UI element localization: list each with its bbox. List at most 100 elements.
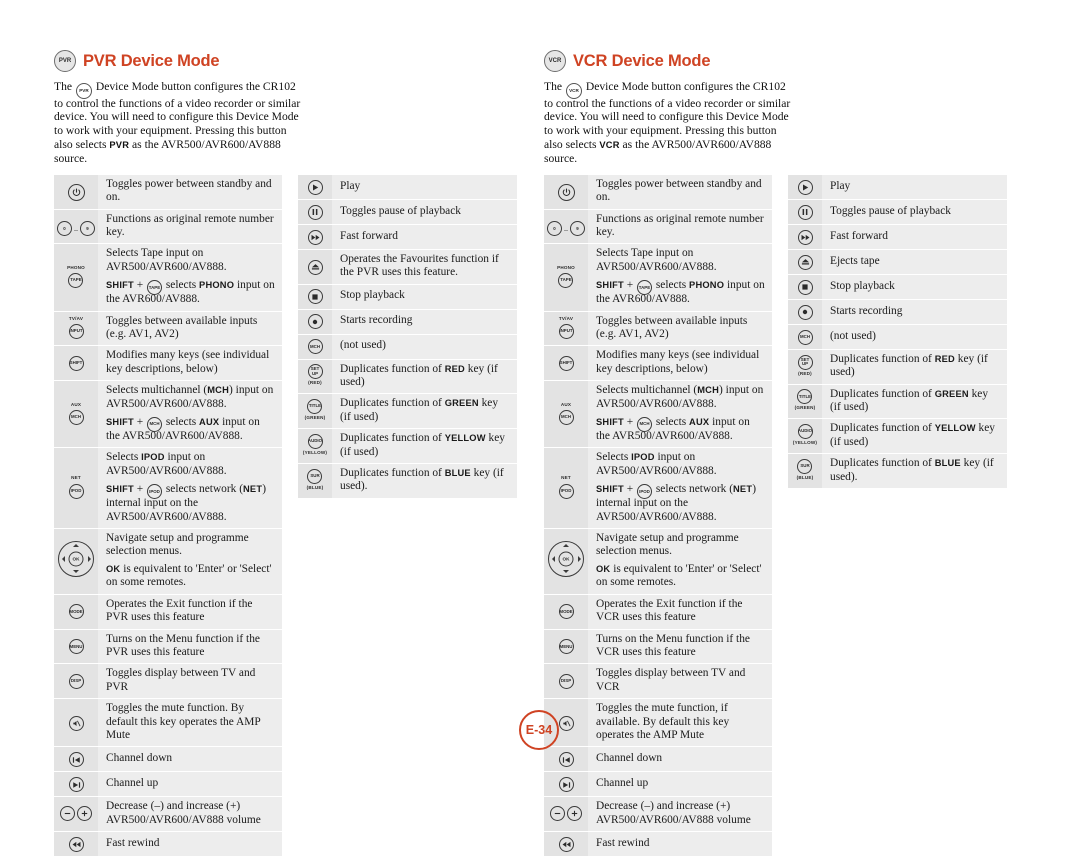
navigation-dpad-icon[interactable]: OK — [548, 540, 584, 577]
fast-forward-icon[interactable] — [307, 229, 323, 245]
tape-button[interactable]: TAPE — [636, 280, 652, 296]
menu-icon[interactable]: MENU — [558, 639, 574, 655]
tv-av-input-icon[interactable]: TV/AV INPUT — [68, 316, 84, 340]
key-icon-cell — [298, 174, 332, 200]
volume-minus-plus-icon[interactable] — [550, 806, 582, 822]
fast-forward-icon[interactable] — [797, 229, 813, 245]
ok-button[interactable]: OK — [68, 551, 84, 567]
ipod-button[interactable]: IPOD — [636, 484, 652, 500]
ok-button[interactable]: OK — [558, 551, 574, 567]
table-row: SET UP (RED) Duplicates function of RED ke… — [788, 349, 1007, 385]
tv-av-input-icon[interactable]: TV/AV INPUT — [558, 316, 574, 340]
aux-mch-icon[interactable]: AUX MCH — [68, 402, 84, 426]
sur-button[interactable]: SUR — [797, 458, 813, 474]
description-line: Duplicates function of BLUE key (if used… — [340, 467, 504, 493]
power-icon[interactable] — [557, 183, 575, 201]
title-green-icon[interactable]: TITLE (GREEN) — [795, 388, 816, 411]
shift-icon[interactable]: SHIFT — [558, 356, 574, 372]
mute-icon[interactable] — [558, 715, 574, 731]
number-key-0[interactable]: 0 — [547, 221, 562, 237]
setup-button[interactable]: SET UP — [307, 364, 323, 380]
sur-blue-icon[interactable]: SUR (BLUE) — [307, 468, 324, 491]
number-keys-icon[interactable]: 0.. 9 — [547, 221, 585, 237]
volume-down-button[interactable] — [550, 806, 565, 822]
audio-yellow-icon[interactable]: AUDIO (YELLOW) — [303, 433, 327, 456]
mch-icon[interactable]: MCH — [307, 339, 323, 355]
mute-icon[interactable] — [68, 715, 84, 731]
ipod-button[interactable]: IPOD — [558, 483, 574, 499]
volume-up-button[interactable] — [77, 806, 92, 822]
setup-red-icon[interactable]: SET UP (RED) — [797, 354, 813, 377]
number-keys-icon[interactable]: 0.. 9 — [57, 221, 95, 237]
title-button[interactable]: TITLE — [307, 399, 323, 415]
mode-exit-icon[interactable]: MODE — [558, 604, 574, 620]
net-ipod-icon[interactable]: NET IPOD — [558, 476, 574, 499]
key-description-cell: (not used) — [822, 324, 1007, 350]
power-icon[interactable] — [67, 183, 85, 201]
play-icon[interactable] — [797, 179, 813, 195]
channel-down-icon[interactable] — [558, 752, 574, 768]
stop-icon[interactable] — [307, 289, 323, 305]
setup-button[interactable]: SET UP — [797, 354, 813, 370]
setup-red-icon[interactable]: SET UP (RED) — [307, 363, 323, 386]
eject-icon[interactable] — [797, 254, 813, 270]
volume-up-button[interactable] — [567, 806, 582, 822]
ipod-button[interactable]: IPOD — [146, 484, 162, 500]
fast-rewind-icon[interactable] — [68, 837, 84, 852]
menu-icon[interactable]: MENU — [68, 639, 84, 655]
title-button[interactable]: TITLE — [797, 389, 813, 405]
fast-rewind-icon[interactable] — [558, 837, 574, 852]
sur-button[interactable]: SUR — [307, 468, 323, 484]
section-pvr: PVR PVR Device Mode The PVR Device Mode … — [54, 48, 532, 857]
record-icon[interactable] — [797, 304, 813, 320]
mch-button[interactable]: MCH — [558, 409, 574, 425]
description-line: Toggles power between standby and on. — [106, 177, 272, 204]
mode-exit-icon[interactable]: MODE — [68, 604, 84, 620]
display-icon[interactable]: DISP — [68, 674, 84, 690]
sur-blue-icon[interactable]: SUR (BLUE) — [797, 458, 814, 481]
input-button[interactable]: INPUT — [558, 324, 574, 340]
mch-icon[interactable]: MCH — [797, 329, 813, 345]
tape-button[interactable]: TAPE — [146, 280, 162, 296]
mch-button[interactable]: MCH — [636, 417, 652, 433]
key-icon-cell — [544, 771, 588, 798]
aux-mch-icon[interactable]: AUX MCH — [558, 402, 574, 426]
display-icon[interactable]: DISP — [558, 674, 574, 690]
key-description-cell: Ejects tape — [822, 249, 1007, 275]
table-row: MODE Operates the Exit function if the PV… — [54, 594, 282, 630]
stop-icon[interactable] — [797, 279, 813, 295]
audio-yellow-icon[interactable]: AUDIO (YELLOW) — [793, 423, 817, 446]
eject-icon[interactable] — [307, 259, 323, 275]
navigation-dpad-icon[interactable]: OK — [58, 540, 94, 577]
net-ipod-icon[interactable]: NET IPOD — [68, 476, 84, 499]
channel-up-icon[interactable] — [558, 777, 574, 793]
tape-button[interactable]: TAPE — [558, 273, 574, 289]
phono-tape-icon[interactable]: PHONO TAPE — [557, 265, 575, 289]
title-green-icon[interactable]: TITLE (GREEN) — [305, 398, 326, 421]
number-key-9[interactable]: 9 — [570, 221, 585, 237]
volume-down-button[interactable] — [60, 806, 75, 822]
channel-up-icon[interactable] — [68, 777, 84, 793]
table-row: MCH (not used) — [298, 334, 517, 360]
play-icon[interactable] — [307, 179, 323, 195]
audio-button[interactable]: AUDIO — [307, 433, 323, 449]
key-description-cell: Navigate setup and programme selection m… — [98, 528, 282, 595]
volume-minus-plus-icon[interactable] — [60, 806, 92, 822]
tape-button[interactable]: TAPE — [68, 273, 84, 289]
pause-icon[interactable] — [797, 204, 813, 220]
number-key-0[interactable]: 0 — [57, 221, 72, 237]
ipod-button[interactable]: IPOD — [68, 483, 84, 499]
mch-button[interactable]: MCH — [68, 409, 84, 425]
phono-tape-icon[interactable]: PHONO TAPE — [67, 265, 85, 289]
number-key-9[interactable]: 9 — [80, 221, 95, 237]
pause-icon[interactable] — [307, 204, 323, 220]
channel-down-icon[interactable] — [68, 752, 84, 768]
input-button[interactable]: INPUT — [68, 324, 84, 340]
record-icon[interactable] — [307, 314, 323, 330]
mch-button[interactable]: MCH — [146, 417, 162, 433]
shift-icon[interactable]: SHIFT — [68, 356, 84, 372]
table-row: Fast rewind — [54, 831, 282, 857]
key-description-cell: Channel down — [98, 746, 282, 773]
key-description-cell: Play — [822, 174, 1007, 200]
audio-button[interactable]: AUDIO — [797, 424, 813, 440]
